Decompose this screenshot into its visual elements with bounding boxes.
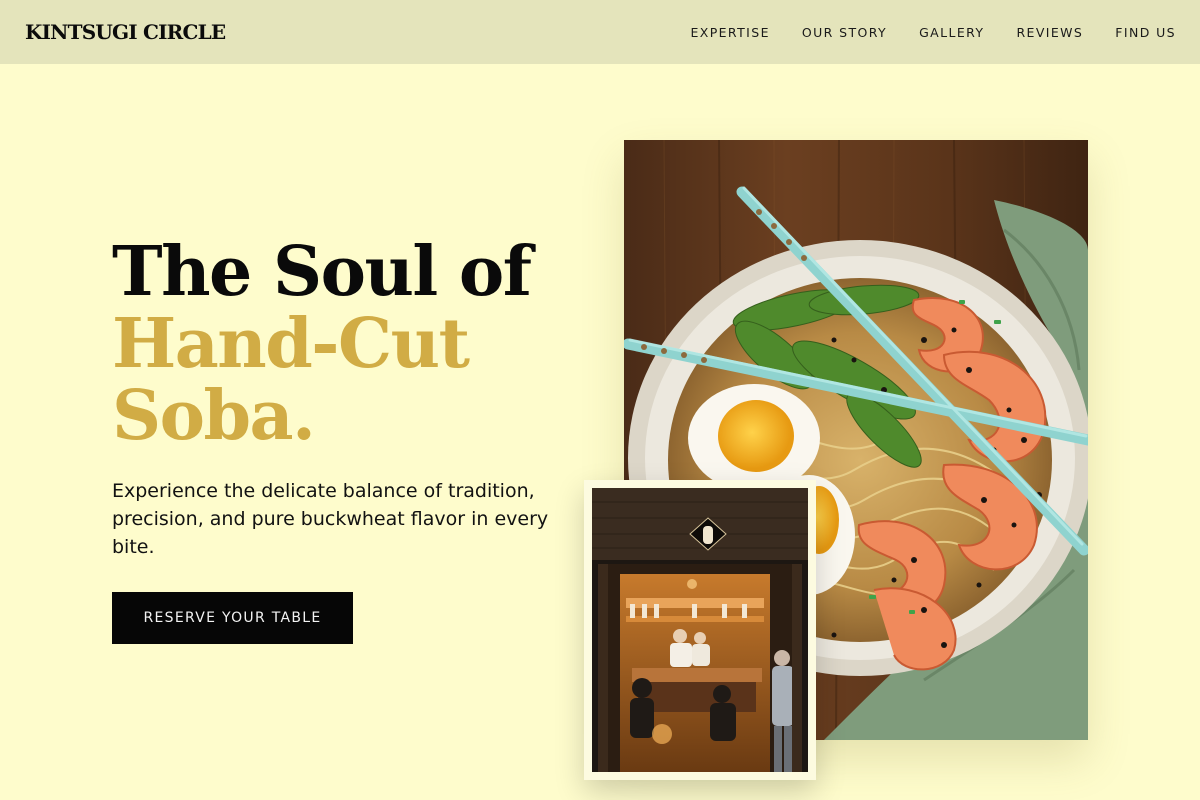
nav-link-find-us[interactable]: FIND US <box>1115 25 1176 40</box>
hero-description: Experience the delicate balance of tradi… <box>112 480 549 558</box>
nav-link-our-story[interactable]: OUR STORY <box>802 25 887 40</box>
main-nav: EXPERTISE OUR STORY GALLERY REVIEWS FIND… <box>690 25 1176 40</box>
reserve-table-button[interactable]: RESERVE YOUR TABLE <box>112 592 353 644</box>
restaurant-interior-photo <box>584 480 816 780</box>
hero-headline: The Soul of Hand-Cut Soba. <box>112 232 532 456</box>
nav-link-gallery[interactable]: GALLERY <box>919 25 984 40</box>
brand-logo[interactable]: KINTSUGI CIRCLE <box>25 20 226 44</box>
headline-line-3: Soba. <box>112 376 316 456</box>
site-header: KINTSUGI CIRCLE EXPERTISE OUR STORY GALL… <box>0 0 1200 64</box>
headline-line-1: The Soul of <box>112 232 532 312</box>
headline-line-2: Hand-Cut <box>112 304 470 384</box>
nav-link-expertise[interactable]: EXPERTISE <box>690 25 769 40</box>
nav-link-reviews[interactable]: REVIEWS <box>1016 25 1083 40</box>
